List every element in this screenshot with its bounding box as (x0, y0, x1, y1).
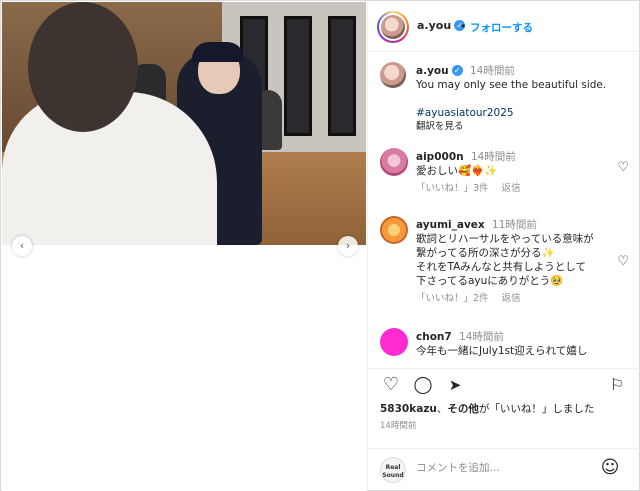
caption-body: a.you ✓ 14時間前 You may only see the beauti… (416, 64, 616, 134)
comment-avatar[interactable] (380, 328, 408, 356)
share-send-icon[interactable]: ➤ (444, 374, 466, 396)
comment-meta: 「いいね！」2件 返信 (416, 292, 616, 306)
comment-username[interactable]: chon7 (416, 331, 452, 343)
emoji-smiley-icon[interactable]: ☺ (599, 457, 621, 479)
reply-button[interactable]: 返信 (502, 183, 521, 194)
add-comment-bar: Real Sound ☺ (368, 448, 640, 491)
comment-input[interactable] (416, 462, 596, 474)
caption-username[interactable]: a.you (416, 65, 449, 77)
comment-likes[interactable]: 「いいね！」2件 (416, 293, 489, 304)
chevron-left-icon: ‹ (19, 239, 25, 252)
photo-door (284, 16, 312, 136)
photo-dancer-cap (192, 42, 244, 62)
liker-username[interactable]: 5830kazu (380, 403, 437, 415)
post-frame: ‹ › a.you ✓ • フォローする a.you ✓ 14時間前 You m… (0, 0, 640, 491)
comment-like-heart-icon[interactable]: ♡ (617, 254, 629, 269)
bookmark-icon[interactable]: ⚐ (606, 374, 628, 396)
comment-text: 愛おしい🥰❤️‍🔥✨ (416, 165, 498, 177)
comment-avatar[interactable] (380, 148, 408, 176)
post-side-panel: a.you ✓ • フォローする a.you ✓ 14時間前 You may onl… (367, 2, 640, 491)
author-username[interactable]: a.you ✓ (417, 19, 466, 32)
viewer-avatar-logo: Real Sound (380, 457, 406, 483)
like-heart-icon[interactable]: ♡ (380, 374, 402, 396)
comments-list[interactable]: a.you ✓ 14時間前 You may only see the beauti… (368, 52, 640, 368)
caption-hashtag[interactable]: #ayuasiatour2025 (416, 106, 616, 120)
comment-username[interactable]: ayumi_avex (416, 219, 485, 231)
photo-door (328, 16, 356, 136)
comment-text-line: それをTAみんなと共有しようとして (416, 261, 586, 273)
author-avatar[interactable] (377, 11, 409, 43)
comment-username[interactable]: aip000n (416, 151, 464, 163)
comment-text-line: 下さってるayuにありがとう🥹 (416, 275, 564, 287)
prev-photo-button[interactable]: ‹ (12, 236, 32, 256)
comment-text-line: 歌詞とリハーサルをやっている意味が (416, 233, 594, 245)
post-header: a.you ✓ • フォローする (368, 2, 640, 52)
follow-button[interactable]: フォローする (470, 20, 533, 35)
comment-bubble-icon[interactable]: ◯ (412, 374, 434, 396)
photo-foreground-head (28, 2, 138, 132)
comment-body: aip000n 14時間前 愛おしい🥰❤️‍🔥✨ 「いいね！」3件 返信 (416, 150, 616, 196)
others-link[interactable]: その他 (447, 403, 479, 415)
comment-likes[interactable]: 「いいね！」3件 (416, 183, 489, 194)
caption-time: 14時間前 (469, 65, 515, 77)
comment-avatar[interactable] (380, 216, 408, 244)
avatar-image (381, 15, 405, 39)
next-photo-button[interactable]: › (338, 236, 358, 256)
comment-meta: 「いいね！」3件 返信 (416, 182, 616, 196)
comment-time: 14時間前 (459, 331, 504, 343)
comment-body: chon7 14時間前 今年も一緒にJuly1st迎えられて嬉し (416, 330, 616, 358)
translate-link[interactable]: 翻訳を見る (416, 120, 616, 134)
post-media: ‹ › (2, 2, 366, 491)
comment-text: 今年も一緒にJuly1st迎えられて嬉し (416, 345, 588, 357)
post-photo[interactable] (2, 2, 366, 245)
comment-time: 11時間前 (492, 219, 537, 231)
caption-avatar[interactable] (380, 62, 406, 88)
comment-like-heart-icon[interactable]: ♡ (617, 160, 629, 175)
comment-body: ayumi_avex 11時間前 歌詞とリハーサルをやっている意味が 繋がってる… (416, 218, 616, 306)
likes-summary: 5830kazu、その他が「いいね！」しました (380, 403, 595, 415)
caption-text: You may only see the beautiful side. (416, 79, 607, 91)
comment-time: 14時間前 (470, 151, 516, 163)
comment-text-line: 繋がってる所の深さが分る✨ (416, 247, 555, 259)
reply-button[interactable]: 返信 (502, 293, 521, 304)
verified-badge-icon: ✓ (451, 65, 463, 76)
post-actions: ♡ ◯ ➤ ⚐ 5830kazu、その他が「いいね！」しました 14時間前 (368, 368, 640, 448)
separator-dot: • (460, 20, 467, 33)
post-timestamp: 14時間前 (380, 421, 417, 431)
chevron-right-icon: › (345, 239, 351, 252)
